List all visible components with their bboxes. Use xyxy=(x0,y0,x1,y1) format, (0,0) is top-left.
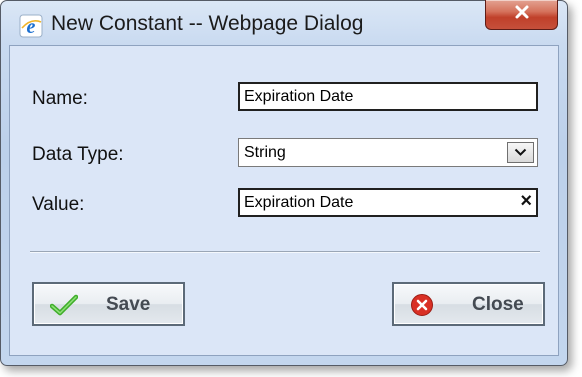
name-field[interactable] xyxy=(238,82,538,111)
close-x-icon xyxy=(514,4,530,25)
svg-text:e: e xyxy=(27,16,36,38)
value-field[interactable] xyxy=(238,188,538,217)
divider xyxy=(30,251,540,253)
data-type-label: Data Type: xyxy=(32,144,124,165)
close-button-label: Close xyxy=(472,294,524,315)
checkmark-icon xyxy=(49,294,79,321)
dialog-window: e New Constant -- Webpage Dialog Name: D… xyxy=(0,0,568,366)
close-button[interactable]: Close xyxy=(392,282,545,326)
title-bar[interactable]: e New Constant -- Webpage Dialog xyxy=(1,0,567,45)
window-close-button[interactable] xyxy=(485,0,558,30)
data-type-selected-value: String xyxy=(244,144,286,161)
chevron-down-icon[interactable] xyxy=(507,142,534,163)
dialog-title: New Constant -- Webpage Dialog xyxy=(51,12,364,35)
close-circle-icon xyxy=(410,293,434,322)
data-type-select[interactable]: String xyxy=(238,138,538,167)
save-button-label: Save xyxy=(106,294,151,315)
value-label: Value: xyxy=(32,194,85,215)
name-label: Name: xyxy=(32,88,88,109)
value-field-wrapper: × xyxy=(238,188,538,217)
save-button[interactable]: Save xyxy=(32,282,185,326)
dialog-body: Name: Data Type: String Value: × xyxy=(9,45,559,356)
clear-icon[interactable]: × xyxy=(520,190,532,212)
ie-icon: e xyxy=(19,14,43,38)
